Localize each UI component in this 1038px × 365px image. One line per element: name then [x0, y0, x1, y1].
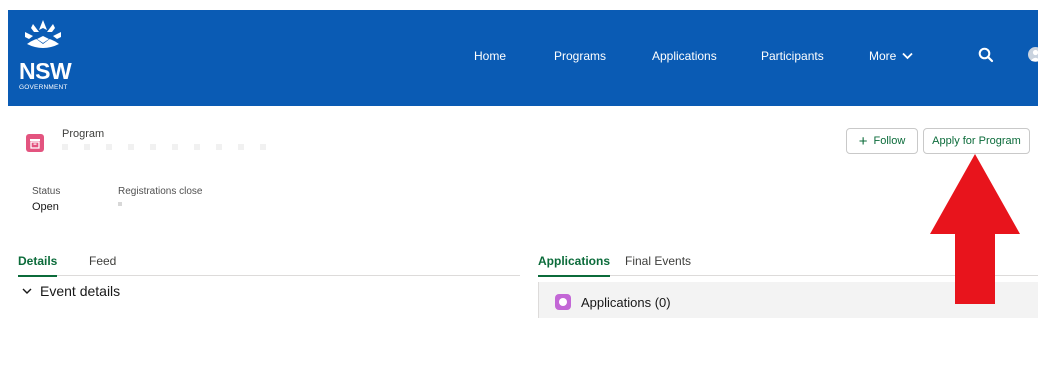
- chevron-down-icon: [902, 52, 913, 60]
- nav-programs[interactable]: Programs: [554, 49, 606, 63]
- status-label: Status: [32, 186, 61, 197]
- status-value: Open: [32, 201, 59, 213]
- search-icon[interactable]: [977, 46, 995, 64]
- detail-tabset: Details Feed: [18, 254, 520, 277]
- follow-label: Follow: [873, 135, 906, 147]
- nav-more[interactable]: More: [869, 49, 913, 63]
- applications-list-icon: [555, 294, 571, 310]
- user-icon: [1030, 49, 1038, 61]
- tab-details[interactable]: Details: [18, 254, 58, 277]
- apply-for-program-button[interactable]: Apply for Program: [923, 128, 1030, 154]
- record-header: Program: [8, 106, 1038, 231]
- tab-final-events[interactable]: Final Events: [625, 254, 691, 268]
- event-details-title: Event details: [40, 283, 121, 299]
- nav-home[interactable]: Home: [474, 49, 506, 63]
- registrations-close-label: Registrations close: [118, 186, 203, 197]
- tab-applications[interactable]: Applications: [538, 254, 611, 277]
- event-details-section-toggle[interactable]: Event details: [22, 283, 120, 299]
- program-record-icon: [26, 134, 44, 152]
- user-avatar[interactable]: [1028, 47, 1038, 62]
- record-type-label: Program: [62, 128, 105, 140]
- chevron-down-icon: [22, 288, 32, 294]
- logo-wordmark: NSW: [19, 58, 72, 84]
- nav-applications[interactable]: Applications: [652, 49, 717, 63]
- nsw-government-logo[interactable]: NSW GOVERNMENT: [19, 18, 79, 100]
- waratah-icon: [25, 20, 61, 48]
- red-up-arrow-annotation: [930, 154, 1020, 304]
- applications-related-title[interactable]: Applications (0): [581, 295, 671, 310]
- plus-icon: +: [858, 132, 868, 150]
- nav-participants[interactable]: Participants: [761, 49, 824, 63]
- follow-button[interactable]: + Follow: [846, 128, 918, 154]
- registrations-close-value: [118, 202, 122, 206]
- logo-subtitle: GOVERNMENT: [19, 84, 68, 91]
- tab-feed[interactable]: Feed: [89, 254, 116, 268]
- record-name-redacted: [62, 144, 272, 150]
- nav-more-label: More: [869, 49, 897, 63]
- global-header: NSW GOVERNMENT Home Programs Application…: [8, 10, 1038, 106]
